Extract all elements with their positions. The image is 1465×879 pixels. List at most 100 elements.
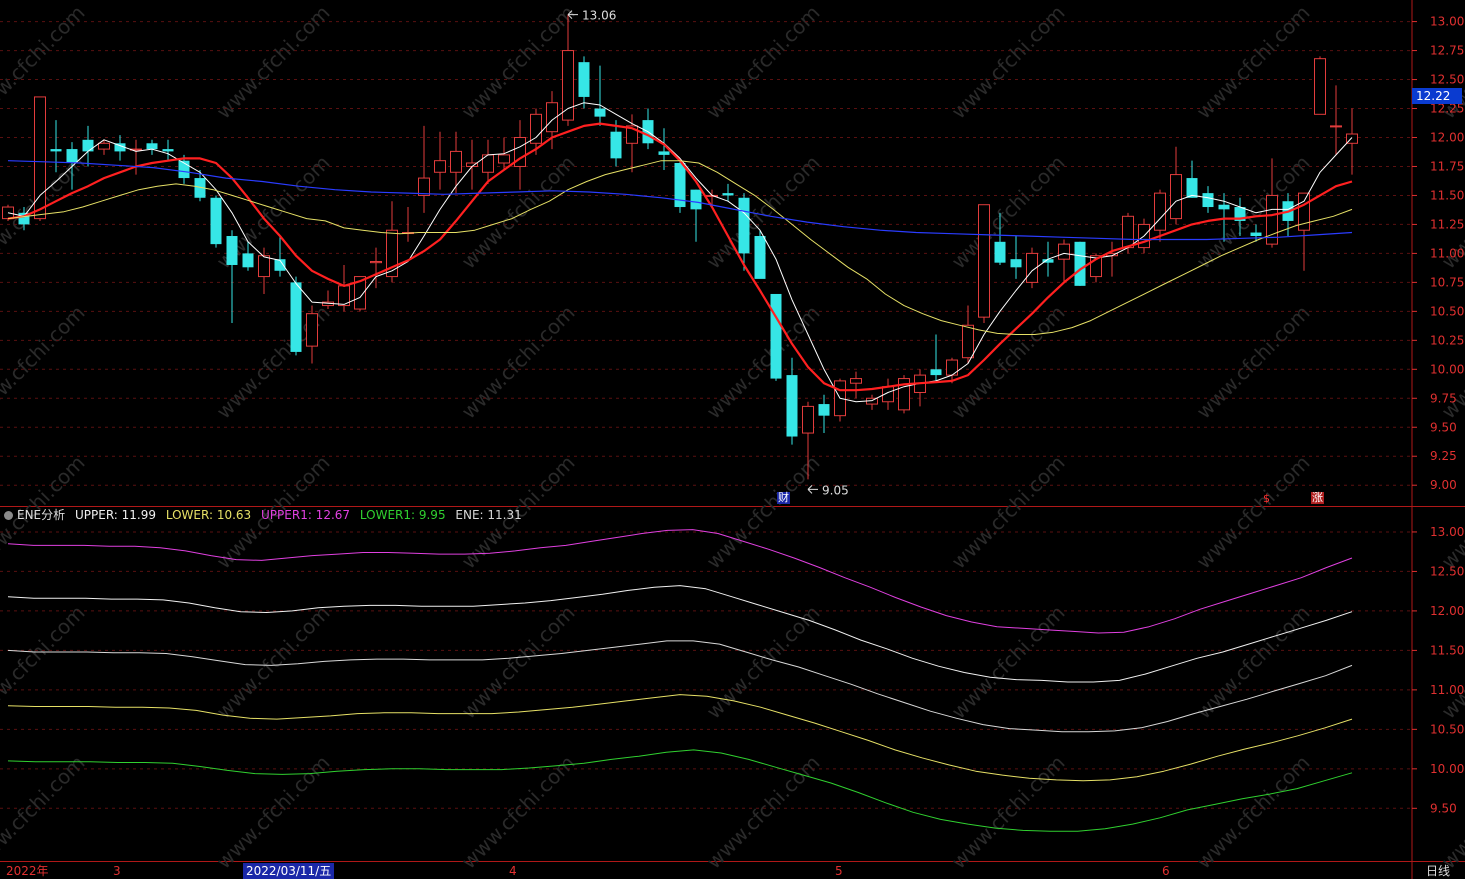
watermark-text: www.cfchi.com [1437,451,1465,574]
watermark-text: www.cfchi.com [457,601,580,724]
legend-ene: ENE: 11.31 [455,508,522,522]
watermark-text: www.cfchi.com [1437,601,1465,724]
y-tick-label: 9.75 [1430,391,1457,405]
candle-body [66,149,78,163]
watermark-text: www.cfchi.com [212,1,335,124]
watermark-text: www.cfchi.com [947,1,1070,124]
candle-body [146,143,158,150]
candle-body [290,282,302,352]
watermark-text: www.cfchi.com [1192,451,1315,574]
kline-chart[interactable]: www.cfchi.com www.cfchi.com www.cfchi.com w… [0,0,1465,879]
candle-body [658,151,670,155]
candle-body [978,204,990,318]
y-tick-label: 10.00 [1430,362,1464,376]
y-tick-label: 13.00 [1430,15,1464,29]
candle-body [1010,259,1022,268]
watermark-text: www.cfchi.com [1192,601,1315,724]
watermark-text: www.cfchi.com [947,301,1070,424]
axis-month-6: 6 [1162,864,1170,878]
y-tick-label: 10.50 [1430,722,1464,736]
y-tick-label: 10.00 [1430,762,1464,776]
candle-body [370,261,382,264]
y-tick-label: 13.00 [1430,525,1464,539]
candle-body [1074,241,1086,286]
last-price-tag: 12.22 [1412,88,1462,104]
candle-body [1330,125,1342,128]
y-tick-label: 10.75 [1430,275,1464,289]
watermark-text: www.cfchi.com [0,601,90,724]
watermark-text: www.cfchi.com [457,1,580,124]
legend-upper: UPPER: 11.99 [74,508,157,522]
high-price-label: 13.06 [582,9,616,23]
candle-body [962,324,974,359]
candle-body [242,253,254,268]
candle-body [770,293,782,379]
watermark-text: www.cfchi.com [457,151,580,274]
candle-body [722,193,734,196]
candle-body [738,197,750,254]
y-tick-label: 9.50 [1430,420,1457,434]
ma-line-ma5 [7,102,1353,403]
y-tick-label: 11.50 [1430,188,1464,202]
ene-line-lower1 [7,749,1353,832]
limit-up-marker[interactable]: 涨 [1311,492,1324,504]
dividend-marker[interactable]: $ [1262,493,1271,505]
y-tick-label: 12.50 [1430,73,1464,87]
ene-line-ene [7,640,1353,733]
candle-body [98,142,110,150]
ene-line-upper1 [7,529,1353,634]
candle-body [434,160,446,173]
settings-icon[interactable] [4,511,13,520]
period-label[interactable]: 日线 [1426,863,1450,879]
candle-body [1186,178,1198,198]
candle-body [818,404,830,416]
candle-body [418,177,430,196]
candle-body [610,131,622,159]
candle-body [754,236,766,279]
indicator-legend: ENE分析 UPPER: 11.99 LOWER: 10.63 UPPER1: … [4,507,528,523]
axis-month-5: 5 [835,864,843,878]
cursor-date-tag: 2022/03/11/五 [243,863,335,879]
candle-body [1058,243,1070,260]
candle-body [850,378,862,384]
watermark-text: www.cfchi.com [702,1,825,124]
watermark-text: www.cfchi.com [1192,301,1315,424]
candle-body [1218,204,1230,210]
candle-body [1202,193,1214,208]
watermark-text: www.cfchi.com [0,301,90,424]
indicator-title[interactable]: ENE分析 [17,508,65,522]
axis-month-4: 4 [509,864,517,878]
low-price-label: 9.05 [822,483,849,497]
candle-body [1154,192,1166,231]
y-tick-label: 12.50 [1430,564,1464,578]
candle-body [1170,174,1182,220]
stock-chart-window: www.cfchi.com www.cfchi.com www.cfchi.com w… [0,0,1465,879]
finance-marker[interactable]: 财 [777,492,790,504]
axis-year-label: 2022年 [6,864,49,878]
watermark-text: www.cfchi.com [702,301,825,424]
candle-body [802,405,814,434]
y-tick-label: 10.50 [1430,304,1464,318]
candle-body [258,255,270,278]
legend-upper1: UPPER1: 12.67 [261,508,351,522]
candle-body [1314,58,1326,115]
watermark-text: www.cfchi.com [457,301,580,424]
ene-line-upper [7,585,1353,683]
candle-body [786,375,798,437]
y-tick-label: 11.00 [1430,683,1464,697]
candle-body [82,139,94,152]
legend-lower1: LOWER1: 9.95 [359,508,446,522]
y-tick-label: 11.00 [1430,246,1464,260]
candle-body [306,313,318,347]
y-tick-label: 11.25 [1430,217,1464,231]
candle-body [994,241,1006,263]
candle-body [578,62,590,97]
candle-body [1250,232,1262,237]
candle-body [1122,215,1134,249]
low-arrow [807,485,818,494]
candle-body [450,150,462,173]
watermark-text: www.cfchi.com [702,451,825,574]
axis-month-3: 3 [113,864,121,878]
watermark-text: www.cfchi.com [947,451,1070,574]
y-tick-label: 12.00 [1430,130,1464,144]
